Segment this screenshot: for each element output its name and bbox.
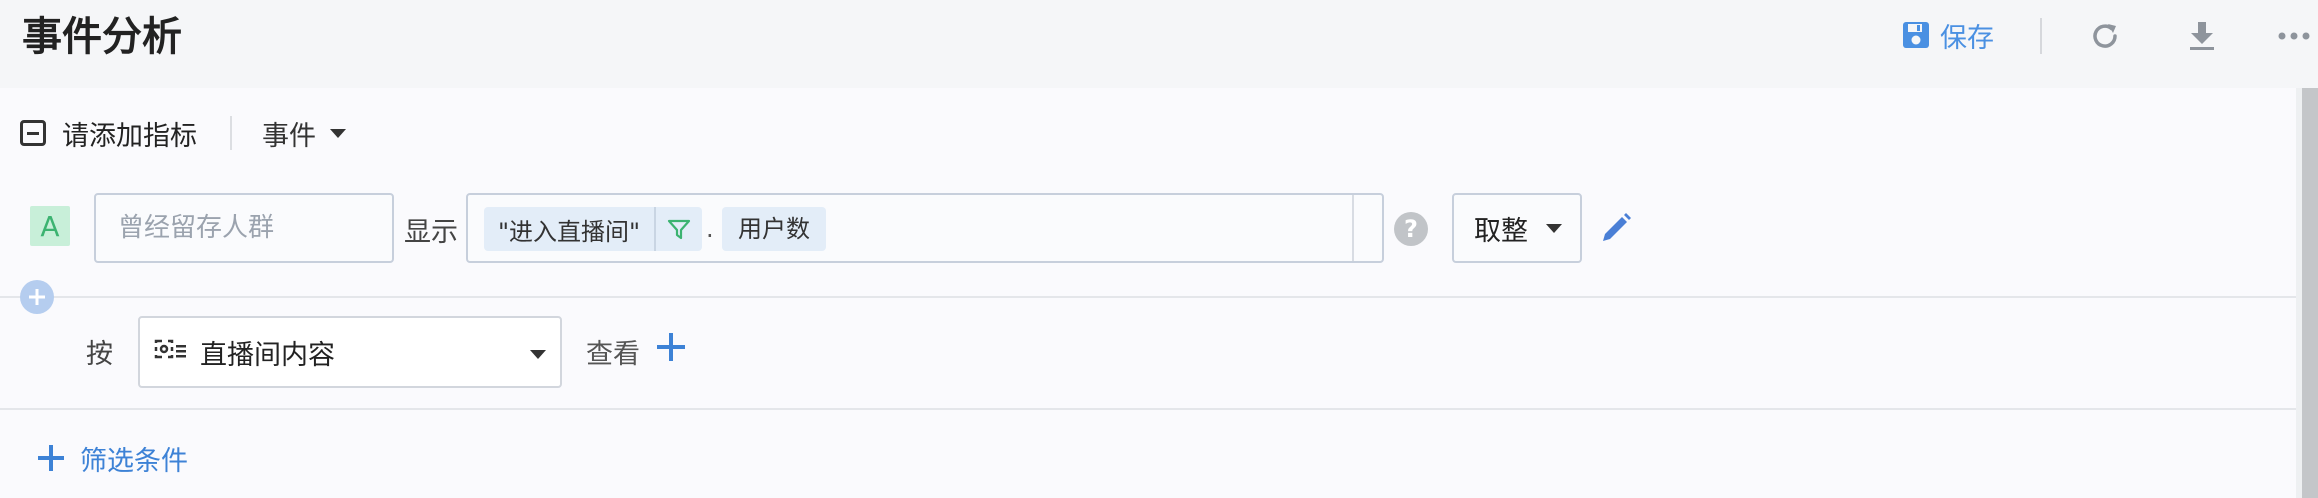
selector-divider: [1352, 195, 1354, 261]
save-label: 保存: [1940, 22, 1994, 54]
more-icon[interactable]: [2274, 16, 2314, 56]
chip-separator: .: [706, 215, 714, 243]
group-by-dropdown[interactable]: 直播间内容: [138, 316, 562, 388]
caret-down-icon: [1546, 223, 1562, 233]
add-metric-icon[interactable]: [20, 280, 54, 314]
add-filter-button[interactable]: 筛选条件: [36, 438, 188, 478]
caret-down-icon: [530, 350, 546, 359]
scrollbar-thumb[interactable]: [2302, 88, 2318, 498]
page-title: 事件分析: [22, 14, 182, 60]
header-divider: [2040, 18, 2042, 54]
add-metric-row: 请添加指标: [20, 113, 197, 153]
dimension-icon: [154, 339, 186, 359]
rounding-value: 取整: [1474, 215, 1528, 247]
refresh-icon[interactable]: [2085, 16, 2125, 56]
event-chip[interactable]: "进入直播间": [484, 207, 703, 251]
caret-down-icon: [330, 128, 346, 138]
metric-badge: A: [30, 206, 70, 246]
metric-divider: [230, 116, 232, 150]
filter-icon[interactable]: [654, 207, 702, 251]
metric-selector[interactable]: "进入直播间" . 用户数: [466, 193, 1384, 263]
download-icon[interactable]: [2182, 16, 2222, 56]
metric-type-value: 事件: [262, 120, 316, 152]
metric-type-dropdown[interactable]: 事件: [262, 113, 346, 153]
group-by-value: 直播间内容: [200, 339, 335, 371]
save-button[interactable]: 保存: [1902, 14, 1994, 56]
help-icon[interactable]: ?: [1394, 212, 1428, 246]
add-dimension-icon[interactable]: [654, 330, 688, 364]
rounding-dropdown[interactable]: 取整: [1452, 193, 1582, 263]
metric-chip[interactable]: 用户数: [722, 207, 826, 251]
save-icon: [1903, 22, 1929, 48]
view-label: 查看: [586, 339, 640, 370]
edit-icon[interactable]: [1598, 210, 1634, 246]
cohort-input[interactable]: 曾经留存人群: [94, 193, 394, 263]
show-label: 显示: [404, 217, 458, 248]
plus-icon: [38, 445, 64, 471]
add-filter-label: 筛选条件: [80, 445, 188, 477]
section-divider: [0, 296, 2296, 298]
add-metric-label: 请添加指标: [62, 120, 197, 152]
collapse-icon[interactable]: [20, 120, 46, 146]
group-by-label: 按: [86, 339, 113, 370]
section-divider: [0, 408, 2296, 410]
event-chip-label: "进入直播间": [498, 217, 641, 246]
